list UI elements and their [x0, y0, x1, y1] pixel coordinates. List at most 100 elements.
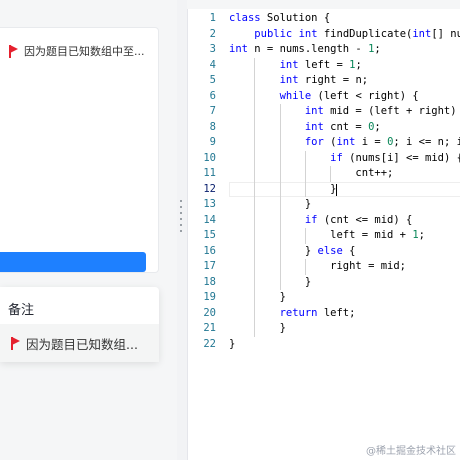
code-text: } else {: [229, 244, 356, 260]
keyword-token: if: [330, 151, 343, 164]
code-token: left =: [298, 58, 350, 71]
code-text: right = mid;: [229, 259, 406, 275]
code-text: int right = n;: [229, 73, 369, 89]
keyword-token: int: [412, 27, 432, 40]
code-text: int n = nums.length - 1;: [229, 42, 381, 58]
notes-panel: 备注 因为题目已知数组...: [0, 287, 159, 362]
code-text: }: [229, 275, 311, 291]
note-item[interactable]: 因为题目已知数组中至...: [8, 42, 154, 60]
line-number: 22: [203, 337, 216, 350]
code-line[interactable]: 18 }: [188, 274, 460, 291]
code-text: return left;: [229, 306, 356, 322]
code-line[interactable]: 21 }: [188, 321, 460, 337]
line-number: 2: [209, 27, 216, 40]
code-line[interactable]: 14 if (cnt <= mid) {: [188, 212, 460, 229]
keyword-token: int: [304, 120, 324, 133]
code-line[interactable]: 11 cnt++;: [188, 166, 460, 182]
keyword-token: int: [229, 43, 248, 55]
keyword-token: if: [304, 213, 318, 226]
code-token: }: [229, 182, 337, 195]
code-text: while (left < right) {: [229, 89, 419, 105]
code-text: }: [229, 321, 286, 337]
line-number: 4: [209, 58, 216, 71]
line-number: 16: [203, 244, 216, 257]
code-line[interactable]: 13 }: [188, 197, 460, 213]
code-line[interactable]: 3 int n = nums.length - 1;: [188, 42, 460, 58]
code-token: findDuplicate(: [317, 27, 413, 40]
code-token: mid = (left + right) /: [330, 105, 457, 117]
note-item[interactable]: 因为题目已知数组...: [10, 334, 150, 352]
keyword-token: int: [304, 105, 324, 117]
line-number: 9: [209, 136, 216, 148]
code-text: if (cnt <= mid) {: [229, 213, 412, 229]
code-token: (cnt <= mid) {: [317, 213, 413, 226]
code-token: ;: [418, 229, 425, 241]
code-token: left;: [317, 306, 356, 319]
code-token: ;: [355, 58, 362, 71]
code-line[interactable]: 6 while (left < right) {: [188, 88, 460, 105]
code-token: (left < right) {: [311, 89, 419, 102]
code-line[interactable]: 22}: [188, 337, 460, 353]
line-number: 17: [203, 260, 216, 272]
code-line[interactable]: 9 for (int i = 0; i <= n; i++) {: [188, 135, 460, 151]
line-number: 18: [203, 275, 216, 288]
code-text: for (int i = 0; i <= n; i++) {: [229, 135, 460, 151]
code-text: int cnt = 0;: [229, 120, 381, 136]
code-token: ;: [374, 43, 381, 55]
code-line[interactable]: 1 class Solution {: [188, 11, 460, 27]
splitter-handle-icon[interactable]: [180, 200, 183, 236]
code-text: class Solution {: [229, 11, 330, 27]
keyword-token: int: [336, 136, 356, 148]
note-text: 因为题目已知数组...: [26, 336, 138, 352]
line-number: 21: [203, 322, 216, 334]
code-token: Solution {: [260, 12, 331, 24]
line-number: 13: [203, 198, 216, 210]
keyword-token: int: [298, 27, 318, 40]
code-token: [] nums) {: [431, 27, 460, 40]
code-text: }: [229, 182, 336, 198]
code-line[interactable]: 12 }: [188, 181, 460, 198]
code-token: cnt++;: [229, 167, 394, 179]
keyword-token: return: [279, 306, 318, 319]
code-line[interactable]: 15 left = mid + 1;: [188, 228, 460, 244]
code-token: }: [229, 291, 286, 303]
code-token: left = mid +: [229, 229, 413, 241]
notes-card: 因为题目已知数组中至...: [0, 27, 159, 273]
code-line[interactable]: 5 int right = n;: [188, 73, 460, 89]
code-text: }: [229, 290, 286, 306]
code-text: cnt++;: [229, 166, 393, 182]
keyword-token: public: [254, 27, 293, 40]
code-token: }: [229, 198, 312, 210]
code-line[interactable]: 7 int mid = (left + right) / 2;: [188, 104, 460, 120]
code-token: n = nums.length -: [247, 43, 369, 55]
keyword-token: while: [279, 89, 312, 102]
code-line[interactable]: 17 right = mid;: [188, 259, 460, 275]
code-line[interactable]: 19 }: [188, 290, 460, 306]
code-editor[interactable]: 1 class Solution {2 public int findDuplic…: [187, 9, 460, 460]
line-number: 5: [209, 74, 216, 86]
code-line[interactable]: 16 } else {: [188, 243, 460, 260]
code-line[interactable]: 4 int left = 1;: [188, 57, 460, 74]
code-line[interactable]: 8 int cnt = 0;: [188, 119, 460, 136]
flag-icon: [10, 336, 20, 350]
line-number: 1: [209, 12, 216, 24]
code-text: left = mid + 1;: [229, 228, 425, 244]
primary-action-button[interactable]: [0, 252, 146, 272]
code-token: }: [229, 322, 286, 334]
code-line[interactable]: 20 return left;: [188, 305, 460, 322]
line-number: 6: [209, 89, 216, 102]
line-number: 12: [203, 182, 216, 195]
flag-icon: [8, 44, 18, 58]
code-line[interactable]: 2 public int findDuplicate(int[] nums) {: [188, 27, 460, 43]
code-line[interactable]: 10 if (nums[i] <= mid) {: [188, 150, 460, 166]
code-token: ;: [374, 120, 381, 133]
code-text: int left = 1;: [229, 58, 362, 74]
line-number: 7: [209, 105, 216, 117]
